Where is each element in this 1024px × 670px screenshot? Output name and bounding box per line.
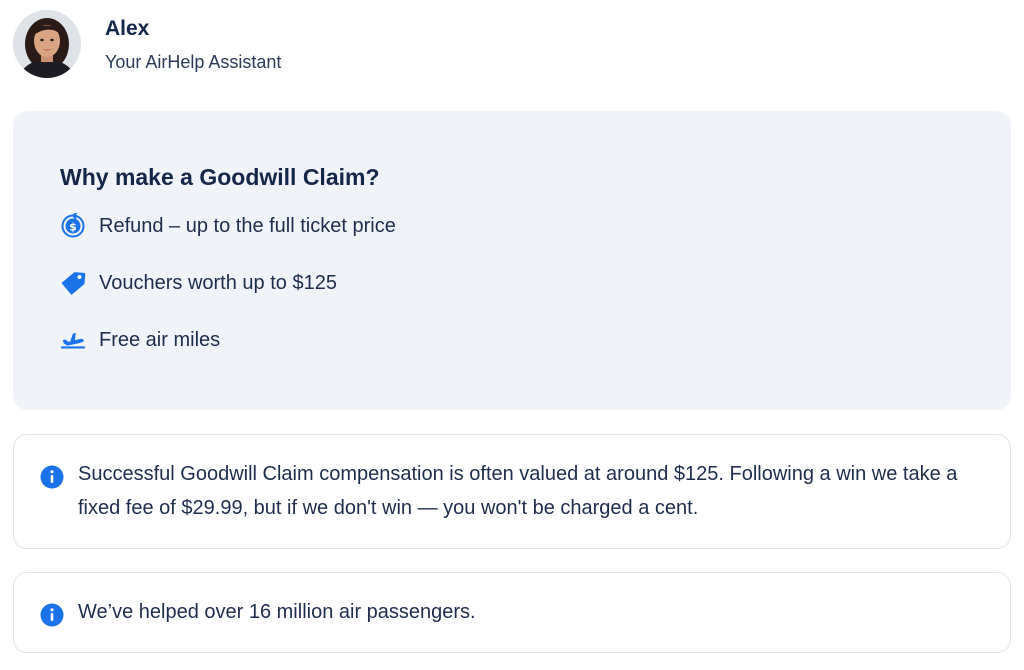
info-card-compensation: Successful Goodwill Claim compensation i… [13,434,1011,549]
benefit-item-air-miles: Free air miles [60,325,1011,355]
benefits-title: Why make a Goodwill Claim? [60,164,380,190]
assistant-name: Alex [105,17,150,40]
airplane-icon [60,327,86,353]
svg-text:$: $ [69,220,77,233]
assistant-role: Your AirHelp Assistant [105,52,282,72]
benefit-label: Free air miles [99,328,221,351]
benefit-list: $ Refund – up to the full ticket price V… [60,211,1011,355]
info-icon [40,603,64,627]
info-text: Successful Goodwill Claim compensation i… [78,463,958,519]
info-text: We’ve helped over 16 million air passeng… [78,601,476,623]
voucher-tag-icon [60,270,86,296]
benefit-label: Vouchers worth up to $125 [99,271,337,294]
benefit-item-vouchers: Vouchers worth up to $125 [60,268,1011,298]
benefits-card: Why make a Goodwill Claim? $ Refund – up… [13,111,1011,410]
benefit-item-refund: $ Refund – up to the full ticket price [60,211,1011,241]
refund-dollar-icon: $ [60,213,86,239]
info-card-passengers: We’ve helped over 16 million air passeng… [13,572,1011,653]
assistant-header: Alex Your AirHelp Assistant [13,10,281,78]
info-icon [40,465,64,489]
avatar [13,10,81,78]
benefit-label: Refund – up to the full ticket price [99,214,396,237]
page: Alex Your AirHelp Assistant Why make a G… [0,0,1024,670]
